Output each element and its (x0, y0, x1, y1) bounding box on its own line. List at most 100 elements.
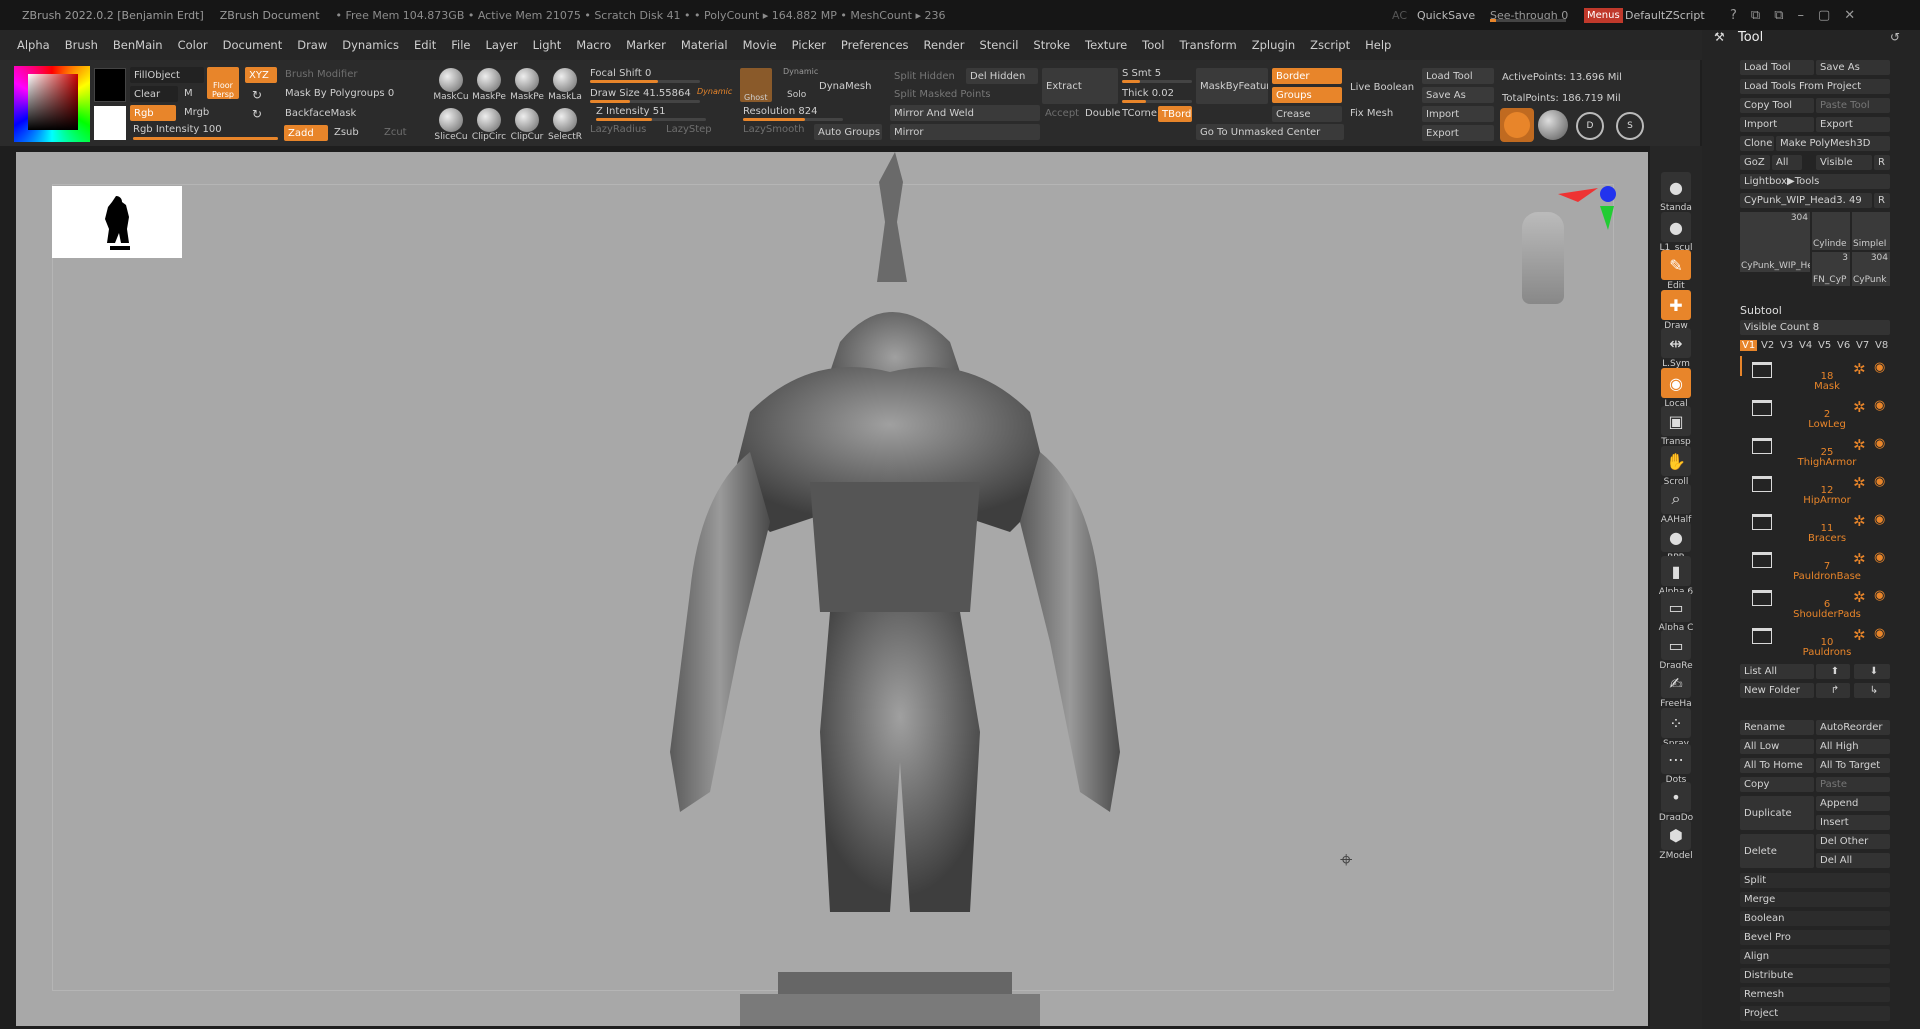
eye-icon[interactable]: ◉ (1874, 398, 1885, 413)
subtool-folder[interactable]: 7 PauldronBase ✲ ◉ (1752, 550, 1892, 584)
default-zscript-button[interactable]: DefaultZScript (1625, 0, 1705, 30)
shelf-export-button[interactable]: Export (1422, 125, 1494, 141)
menu-picker[interactable]: Picker (792, 38, 826, 52)
resolution-track[interactable] (743, 118, 843, 121)
del-hidden-button[interactable]: Del Hidden (966, 68, 1038, 84)
color-saturation-square[interactable] (28, 74, 78, 130)
brush-top-1[interactable]: MaskPe (471, 68, 507, 102)
tool-panel-title[interactable]: Tool (1738, 30, 1763, 45)
border-toggle[interactable]: Border (1272, 68, 1342, 84)
help-icon[interactable]: ? (1730, 8, 1751, 23)
menu-document[interactable]: Document (223, 38, 283, 52)
maximize-icon[interactable]: ▢ (1818, 8, 1844, 23)
export-button[interactable]: Export (1816, 117, 1890, 132)
delete-button[interactable]: Delete (1740, 834, 1814, 868)
lazy-smooth-slider[interactable]: LazySmooth (743, 124, 804, 135)
version-v3[interactable]: V3 (1778, 340, 1795, 351)
thick-track[interactable] (1122, 100, 1192, 103)
subtool-folder[interactable]: 25 ThighArmor ✲ ◉ (1752, 436, 1892, 470)
eye-icon[interactable]: ◉ (1874, 436, 1885, 451)
main-color-swatch[interactable] (94, 68, 126, 102)
action-split-button[interactable]: Split (1740, 873, 1890, 888)
menu-brush[interactable]: Brush (65, 38, 98, 52)
gear-icon[interactable]: ✲ (1853, 360, 1866, 378)
autoreorder-button[interactable]: AutoReorder (1816, 720, 1890, 735)
rename-button[interactable]: Rename (1740, 720, 1814, 735)
menu-macro[interactable]: Macro (576, 38, 611, 52)
menu-zscript[interactable]: Zscript (1310, 38, 1350, 52)
list-all-button[interactable]: List All (1740, 664, 1814, 679)
zsub-button[interactable]: Zsub (334, 127, 359, 138)
menu-texture[interactable]: Texture (1085, 38, 1127, 52)
zadd-button[interactable]: Zadd (284, 125, 328, 141)
brush-bot-0[interactable]: SliceCu (433, 108, 469, 142)
goz-r-button[interactable]: R (1874, 155, 1890, 170)
menu-material[interactable]: Material (681, 38, 728, 52)
alpha-button[interactable]: ▮Alpha 6 (1657, 556, 1695, 597)
m-toggle[interactable]: M (184, 88, 193, 99)
mask-by-polygroups-slider[interactable]: Mask By Polygroups 0 (285, 88, 394, 99)
focal-shift-track[interactable] (590, 80, 700, 83)
clear-button[interactable]: Clear (130, 86, 178, 102)
version-v6[interactable]: V6 (1835, 340, 1852, 351)
all-low-button[interactable]: All Low (1740, 739, 1814, 754)
z-intensity-track[interactable] (596, 118, 706, 121)
persp-button[interactable]: Floor Persp (207, 67, 239, 99)
layout-icon[interactable]: ⧉ (1751, 8, 1774, 23)
solo-button[interactable]: Solo (787, 90, 806, 100)
brush-top-2[interactable]: MaskPe (509, 68, 545, 102)
backface-mask-toggle[interactable]: BackfaceMask (285, 108, 356, 119)
zmodeler-button[interactable]: ⬢ ZModel (1657, 820, 1695, 861)
brush-top-0[interactable]: MaskCu (433, 68, 469, 102)
edit-mode-button[interactable]: ✎ Edit (1657, 250, 1695, 291)
menu-marker[interactable]: Marker (626, 38, 666, 52)
tool-thumb-1[interactable]: Cylinde (1812, 212, 1850, 250)
subtool-paste-button[interactable]: Paste (1816, 777, 1890, 792)
brush-bot-2[interactable]: ClipCur (509, 108, 545, 142)
menu-dynamics[interactable]: Dynamics (342, 38, 399, 52)
subtool-folder[interactable]: 11 Bracers ✲ ◉ (1752, 512, 1892, 546)
local-symmetry-button[interactable]: ⇹ L.Sym (1657, 328, 1695, 369)
gear-icon[interactable]: ✲ (1853, 512, 1866, 530)
menu-light[interactable]: Light (533, 38, 562, 52)
duplicate-button[interactable]: Duplicate (1740, 796, 1814, 830)
action-bevel-pro-button[interactable]: Bevel Pro (1740, 930, 1890, 945)
load-tool-button[interactable]: Load Tool (1740, 60, 1814, 75)
tool-thumb-2[interactable]: SimpleI (1852, 212, 1890, 250)
eye-icon[interactable]: ◉ (1874, 550, 1885, 565)
eye-icon[interactable]: ◉ (1874, 626, 1885, 641)
copy-tool-button[interactable]: Copy Tool (1740, 98, 1814, 113)
rotate-icon[interactable]: ↻ (252, 88, 262, 102)
ghost-button[interactable]: Ghost (740, 68, 772, 102)
tool-thumb-0[interactable]: 304 CyPunk_WIP_He (1740, 212, 1810, 272)
action-distribute-button[interactable]: Distribute (1740, 968, 1890, 983)
move-up-icon[interactable]: ⬆ (1816, 664, 1850, 679)
lightbox-tools-button[interactable]: Lightbox▶Tools (1740, 174, 1890, 189)
menu-layer[interactable]: Layer (486, 38, 518, 52)
menu-transform[interactable]: Transform (1180, 38, 1237, 52)
standard-brush-button[interactable]: ● Standa (1657, 172, 1695, 213)
new-folder-button[interactable]: New Folder (1740, 683, 1814, 698)
matcap-sphere-button[interactable] (1538, 110, 1568, 140)
s-smt-slider[interactable]: S Smt 5 (1122, 68, 1161, 79)
rotate2-icon[interactable]: ↻ (252, 107, 262, 121)
move-folder-icon[interactable]: ↱ (1816, 683, 1850, 698)
double-button[interactable]: Double (1085, 108, 1120, 119)
goz-visible-button[interactable]: Visible (1816, 155, 1872, 170)
version-v4[interactable]: V4 (1797, 340, 1814, 351)
eye-icon[interactable]: ◉ (1874, 588, 1885, 603)
clone-button[interactable]: Clone (1740, 136, 1774, 151)
eye-icon[interactable]: ◉ (1874, 360, 1885, 375)
fillobject-button[interactable]: FillObject (130, 67, 204, 83)
tool-thumb-4[interactable]: 304 CyPunk (1852, 252, 1890, 286)
menu-stroke[interactable]: Stroke (1033, 38, 1070, 52)
load-tools-from-project-button[interactable]: Load Tools From Project (1740, 79, 1890, 94)
current-tool-slider[interactable]: CyPunk_WIP_Head3. 49 (1740, 193, 1872, 208)
paste-tool-button[interactable]: Paste Tool (1816, 98, 1890, 113)
version-v5[interactable]: V5 (1816, 340, 1833, 351)
menu-help[interactable]: Help (1365, 38, 1391, 52)
l1-sculpt-button[interactable]: ● L1_scul (1657, 212, 1695, 253)
save-as-button[interactable]: Save As (1816, 60, 1890, 75)
layout2-icon[interactable]: ⧉ (1774, 8, 1797, 23)
menu-stencil[interactable]: Stencil (980, 38, 1019, 52)
